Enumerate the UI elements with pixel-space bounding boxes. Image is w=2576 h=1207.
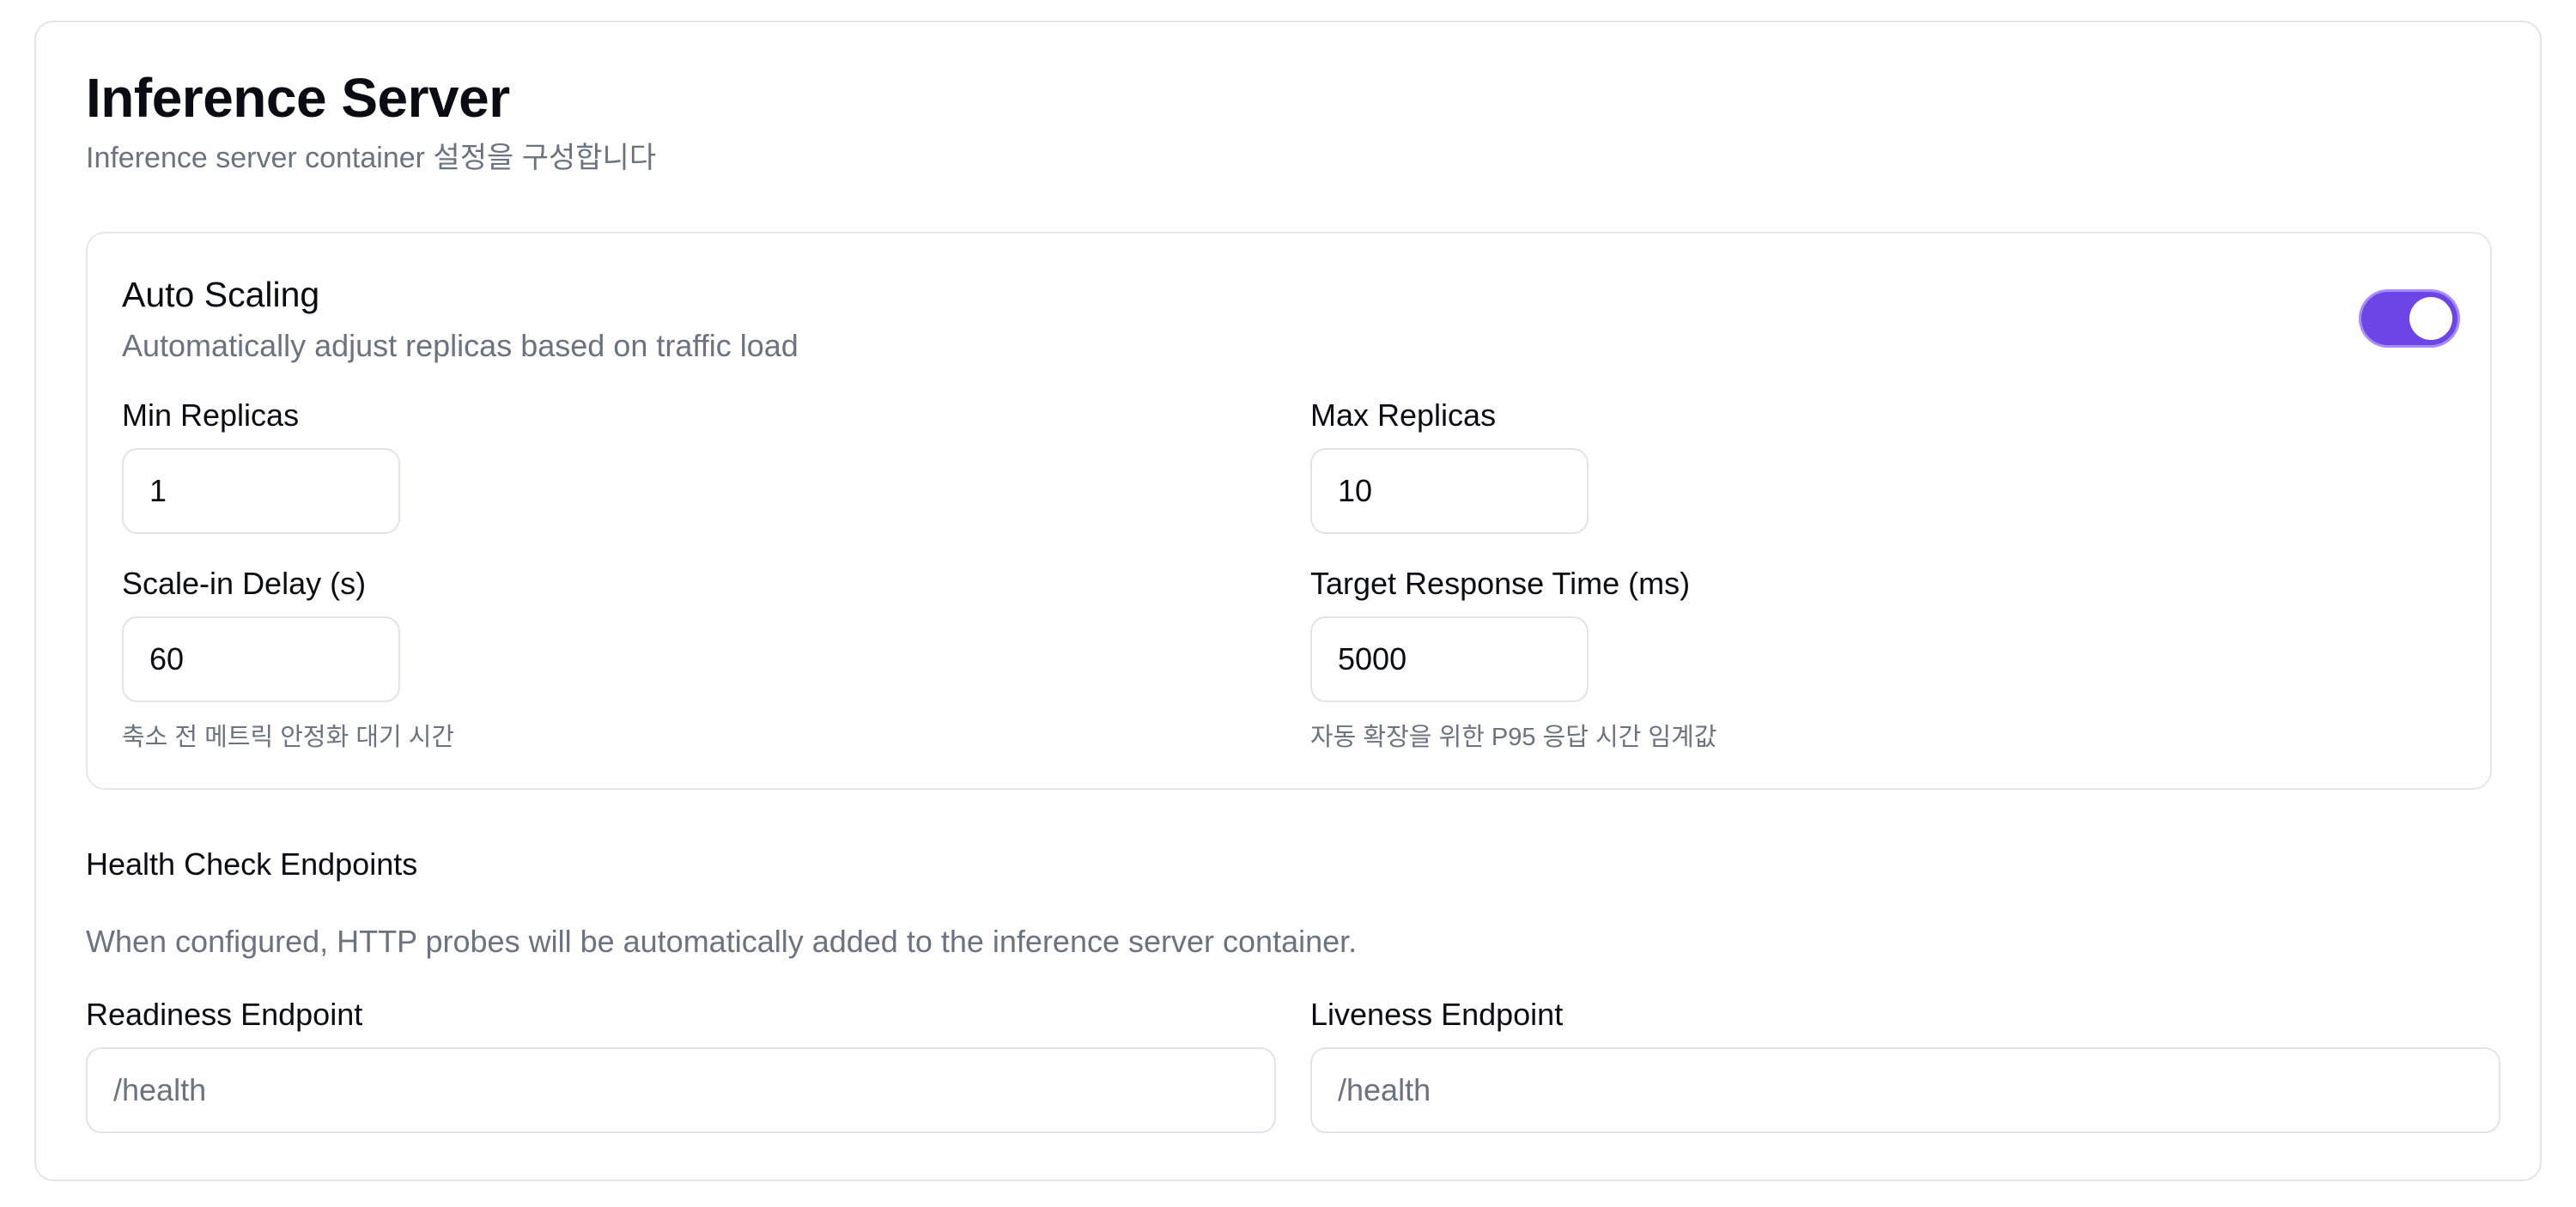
liveness-endpoint-label: Liveness Endpoint	[1310, 997, 1564, 1032]
target-response-time-input[interactable]	[1310, 616, 1589, 702]
max-replicas-input[interactable]	[1310, 448, 1589, 534]
auto-scaling-title: Auto Scaling	[122, 275, 320, 314]
target-response-time-hint: 자동 확장을 위한 P95 응답 시간 임계값	[1310, 724, 1717, 751]
health-check-title: Health Check Endpoints	[86, 846, 418, 882]
min-replicas-label: Min Replicas	[122, 397, 300, 433]
auto-scaling-description: Automatically adjust replicas based on t…	[122, 328, 799, 363]
max-replicas-label: Max Replicas	[1310, 397, 1497, 433]
liveness-endpoint-input[interactable]	[1310, 1047, 2500, 1133]
min-replicas-input[interactable]	[122, 448, 400, 534]
scale-in-delay-hint: 축소 전 메트릭 안정화 대기 시간	[122, 724, 455, 751]
auto-scaling-panel	[86, 232, 2492, 790]
scale-in-delay-label: Scale-in Delay (s)	[122, 566, 367, 601]
auto-scaling-toggle[interactable]	[2361, 292, 2458, 345]
page-subtitle: Inference server container 설정을 구성합니다	[86, 142, 657, 174]
readiness-endpoint-input[interactable]	[86, 1047, 1276, 1133]
page-title: Inference Server	[86, 67, 510, 129]
health-check-description: When configured, HTTP probes will be aut…	[86, 924, 1358, 959]
target-response-time-label: Target Response Time (ms)	[1310, 566, 1691, 601]
scale-in-delay-input[interactable]	[122, 616, 400, 702]
toggle-knob	[2409, 297, 2452, 340]
readiness-endpoint-label: Readiness Endpoint	[86, 997, 363, 1032]
